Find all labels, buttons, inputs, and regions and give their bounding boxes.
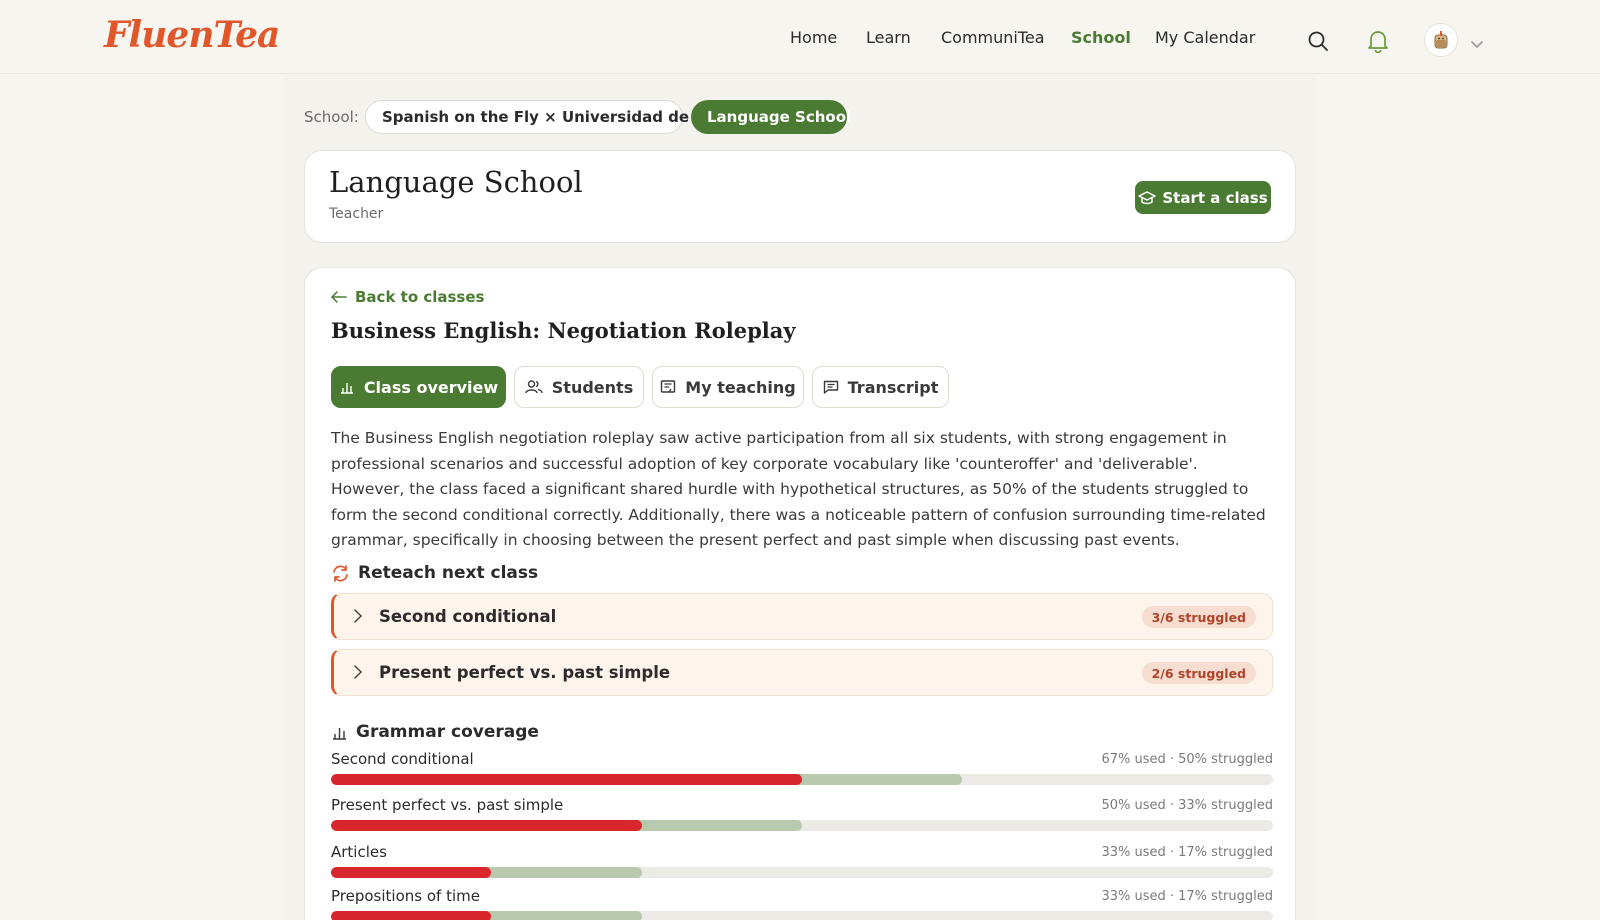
grammar-stats: 67% used · 50% struggled bbox=[1101, 752, 1273, 767]
grammar-label: Second conditional bbox=[331, 750, 474, 768]
grammar-label: Prepositions of time bbox=[331, 887, 480, 905]
school-header-card: Language School Teacher Start a class bbox=[304, 150, 1296, 243]
nav-school[interactable]: School bbox=[1071, 28, 1131, 47]
school-label: School: bbox=[304, 108, 359, 126]
school-pill-spanish-on-the-fly[interactable]: Spanish on the Fly × Universidad de G… bbox=[365, 100, 722, 134]
arrow-left-icon bbox=[331, 291, 347, 303]
start-class-label: Start a class bbox=[1162, 188, 1268, 207]
search-icon[interactable] bbox=[1307, 30, 1329, 56]
top-navigation-bar: FluenTea Home Learn CommuniTea School My… bbox=[0, 0, 1600, 74]
coverage-bar-struggled bbox=[331, 820, 642, 831]
tab-class-overview[interactable]: Class overview bbox=[331, 366, 506, 408]
refresh-icon bbox=[333, 564, 348, 582]
avatar[interactable] bbox=[1424, 23, 1458, 57]
tab-label: Class overview bbox=[363, 377, 499, 397]
grammar-row: Second conditional 67% used · 50% struggl… bbox=[331, 750, 1273, 790]
graduation-cap-icon bbox=[1138, 190, 1157, 204]
reteach-item-second-conditional[interactable]: Second conditional 3/6 struggled bbox=[331, 593, 1273, 640]
class-summary: The Business English negotiation rolepla… bbox=[331, 429, 1266, 549]
coverage-bar-track bbox=[331, 911, 1273, 920]
school-pill-language-school[interactable]: Language School bbox=[691, 100, 851, 134]
grammar-row: Present perfect vs. past simple 50% used … bbox=[331, 796, 1273, 836]
bar-chart-icon bbox=[340, 383, 353, 394]
back-label: Back to classes bbox=[355, 288, 485, 306]
class-title: Business English: Negotiation Roleplay bbox=[331, 318, 796, 343]
grammar-coverage-heading: Grammar coverage bbox=[331, 722, 539, 742]
coverage-bar-struggled bbox=[331, 774, 802, 785]
grammar-stats: 33% used · 17% struggled bbox=[1101, 889, 1273, 904]
nav-communitea[interactable]: CommuniTea bbox=[941, 28, 1045, 47]
coverage-bar-struggled bbox=[331, 867, 492, 878]
chevron-right-icon bbox=[354, 609, 362, 623]
start-class-button[interactable]: Start a class bbox=[1135, 181, 1271, 214]
back-to-classes-link[interactable]: Back to classes bbox=[331, 288, 484, 306]
tea-cup-avatar-icon bbox=[1434, 31, 1448, 49]
grammar-heading-text: Grammar coverage bbox=[356, 722, 539, 742]
tab-my-teaching[interactable]: My teaching bbox=[652, 366, 804, 408]
nav-learn[interactable]: Learn bbox=[866, 28, 911, 47]
bar-chart-icon bbox=[333, 727, 346, 740]
fluentea-logo[interactable]: FluenTea bbox=[104, 14, 280, 56]
reteach-item-present-perfect[interactable]: Present perfect vs. past simple 2/6 stru… bbox=[331, 649, 1273, 696]
message-square-icon bbox=[823, 380, 838, 394]
struggled-badge: 3/6 struggled bbox=[1141, 606, 1256, 628]
class-detail-card: Back to classes Business English: Negoti… bbox=[304, 267, 1296, 920]
bell-icon[interactable] bbox=[1367, 29, 1389, 57]
reteach-heading-text: Reteach next class bbox=[358, 563, 539, 583]
reteach-label: Second conditional bbox=[379, 607, 557, 626]
chevron-down-icon[interactable] bbox=[1470, 35, 1484, 54]
grammar-label: Present perfect vs. past simple bbox=[331, 796, 564, 814]
grammar-stats: 33% used · 17% struggled bbox=[1101, 845, 1273, 860]
tab-label: My teaching bbox=[685, 377, 796, 397]
coverage-bar-track bbox=[331, 774, 1273, 785]
tab-label: Transcript bbox=[847, 377, 939, 397]
school-title: Language School bbox=[329, 165, 583, 199]
grammar-stats: 50% used · 33% struggled bbox=[1101, 798, 1273, 813]
role-label: Teacher bbox=[329, 206, 384, 222]
coverage-bar-struggled bbox=[331, 911, 492, 920]
struggled-badge: 2/6 struggled bbox=[1141, 662, 1256, 684]
chevron-right-icon bbox=[354, 665, 362, 679]
tab-label: Students bbox=[551, 377, 634, 397]
grammar-row: Articles 33% used · 17% struggled bbox=[331, 843, 1273, 883]
nav-home[interactable]: Home bbox=[790, 28, 837, 47]
nav-my-calendar[interactable]: My Calendar bbox=[1155, 28, 1255, 47]
reteach-label: Present perfect vs. past simple bbox=[379, 663, 671, 682]
grammar-label: Articles bbox=[331, 843, 387, 861]
tab-transcript[interactable]: Transcript bbox=[812, 366, 949, 408]
tab-students[interactable]: Students bbox=[514, 366, 644, 408]
presentation-board-icon bbox=[661, 380, 676, 393]
coverage-bar-track bbox=[331, 820, 1273, 831]
grammar-row: Prepositions of time 33% used · 17% strug… bbox=[331, 887, 1273, 920]
users-icon bbox=[525, 380, 543, 394]
coverage-bar-track bbox=[331, 867, 1273, 878]
reteach-heading: Reteach next class bbox=[331, 563, 538, 583]
